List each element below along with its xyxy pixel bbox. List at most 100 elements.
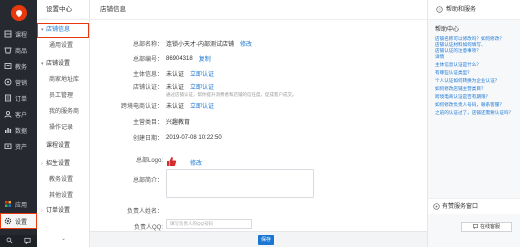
rail-label: 订单 — [15, 96, 28, 103]
rail-label: 商品 — [15, 48, 28, 55]
edit-logo-link[interactable]: 修改 — [190, 158, 202, 167]
help-panel: ? 帮助和服务 帮助中心 店铺名称可以修改吗？如何修改？ 店铺认证材料如何填写、… — [427, 0, 520, 247]
hq-id-value: 86904318 — [166, 55, 193, 62]
field-label: 总部名称： — [132, 42, 163, 48]
page-title: 店铺信息 — [90, 0, 427, 20]
row-created: 创建日期： 2019-07-08 10:22:50 — [90, 133, 222, 143]
rail-item-order[interactable]: 订单 — [0, 90, 37, 106]
field-label: 跨境电商认证： — [120, 104, 163, 110]
gear-icon — [4, 217, 12, 225]
service-icon — [433, 203, 440, 210]
rail-label: 应用 — [15, 202, 28, 209]
rail-label: 教务 — [15, 64, 28, 71]
verify-cross-border-link[interactable]: 立即认证 — [190, 101, 214, 110]
submenu-group-store-settings[interactable]: ▾ 店铺设置 — [37, 57, 89, 72]
rail-label: 设置 — [15, 219, 28, 226]
verify-subject-link[interactable]: 立即认证 — [190, 69, 214, 78]
rail-item-data[interactable]: 数据 — [0, 122, 37, 138]
row-intro: 总部简介： — [90, 175, 166, 184]
row-owner-name: 负责人姓名： — [90, 206, 166, 215]
primary-nav-rail: 课程 商品 教务 营销 订单 客户 数据 资产 应用 设置 — [0, 0, 37, 247]
row-store-cert: 店铺认证： 未认证 立即认证 — [90, 82, 214, 91]
teaching-icon — [4, 62, 12, 70]
submenu-item-provider[interactable]: 我的服务商 — [37, 104, 89, 120]
help-panel-header: ? 帮助和服务 — [428, 0, 520, 20]
submenu-group-course[interactable]: 课程设置 — [37, 139, 89, 154]
field-label: 主体信息： — [132, 72, 163, 78]
field-label: 创建日期： — [132, 136, 163, 142]
rail-item-teaching[interactable]: 教务 — [0, 58, 37, 74]
brand-logo-icon — [10, 5, 27, 21]
rail-item-customer[interactable]: 客户 — [0, 106, 37, 122]
message-icon[interactable] — [24, 237, 31, 246]
field-label: 总部简介： — [132, 178, 163, 184]
search-icon[interactable] — [6, 237, 13, 246]
svg-text:?: ? — [438, 7, 441, 12]
data-icon — [4, 126, 12, 134]
submenu-group-label: 店铺设置 — [46, 61, 71, 67]
rail-label: 课程 — [15, 32, 28, 39]
row-category: 主营类目： 兴趣教育 — [90, 117, 190, 126]
rail-item-asset[interactable]: 资产 — [0, 138, 37, 154]
submenu-group-order[interactable]: › 订单设置 — [37, 204, 89, 219]
rail-item-settings[interactable]: 设置 — [0, 213, 37, 229]
help-link[interactable]: 之前的认证过了，店铺还需要认证吗？ — [428, 110, 520, 116]
submenu-item-general[interactable]: 通用设置 — [37, 38, 89, 54]
submenu-item-log[interactable]: 操作记录 — [37, 120, 89, 136]
submenu-group-label: 招生设置 — [46, 161, 71, 167]
asset-icon — [4, 142, 12, 150]
online-support-label: 在线客服 — [479, 224, 500, 230]
created-date-value: 2019-07-08 10:22:50 — [166, 134, 222, 141]
row-hq-name: 总部名称： 连锁小天才-内部测试店铺 修改 — [90, 39, 252, 48]
row-subject-info: 主体信息： 未认证 立即认证 — [90, 69, 214, 78]
rail-item-goods[interactable]: 商品 — [0, 42, 37, 58]
submenu-group-enroll[interactable]: › 招生设置 — [37, 157, 89, 172]
rail-label: 客户 — [15, 112, 28, 119]
owner-qq-input[interactable]: 填写负责人的QQ号码 — [166, 219, 252, 229]
row-owner-qq: 负责人QQ: — [90, 222, 166, 231]
row-hq-id: 总部编号： 86904318 复制 — [90, 54, 211, 64]
cross-border-status: 未认证 — [166, 104, 185, 110]
save-button[interactable]: 保存 — [258, 235, 274, 245]
rail-footer — [0, 235, 37, 247]
goods-icon — [4, 46, 12, 54]
field-label: 负责人姓名： — [126, 209, 163, 215]
submenu-item-other[interactable]: 其他设置 — [37, 188, 89, 204]
submenu-group-store-info[interactable]: ▾ 店铺信息 — [37, 23, 89, 38]
row-cross-border: 跨境电商认证： 未认证 立即认证 — [90, 101, 214, 110]
intro-textarea[interactable] — [166, 169, 314, 198]
help-icon: ? — [436, 6, 443, 13]
rail-item-marketing[interactable]: 营销 — [0, 74, 37, 90]
subject-status: 未认证 — [166, 72, 185, 78]
store-info-panel: 店铺信息 总部名称： 连锁小天才-内部测试店铺 修改 总部编号： 8690431… — [90, 0, 427, 247]
rail-label: 数据 — [15, 128, 28, 135]
submenu-item-staff[interactable]: 员工管理 — [37, 88, 89, 104]
rail-item-course[interactable]: 课程 — [0, 26, 37, 42]
help-panel-title: 帮助和服务 — [446, 7, 477, 13]
order-icon — [4, 94, 12, 102]
store-cert-note: 通过店铺认证，帮你提升消费者和店铺的信任度，促成客户成交。 — [166, 92, 297, 97]
verify-store-link[interactable]: 立即认证 — [190, 82, 214, 91]
submenu-group-label: 订单设置 — [46, 208, 71, 214]
field-label: 负责人QQ: — [133, 225, 163, 231]
rail-item-apps[interactable]: 应用 — [0, 196, 37, 212]
hq-name-value: 连锁小天才-内部测试店铺 — [166, 42, 234, 48]
rail-label: 资产 — [15, 144, 28, 151]
brand-logo[interactable] — [0, 0, 37, 26]
settings-submenu: 设置中心 ▾ 店铺信息 通用设置 ▾ 店铺设置 商家地址库 员工管理 我的服务商 操… — [37, 0, 90, 247]
collapse-chevron-icon[interactable]: ⌄ — [37, 235, 90, 247]
online-support-button[interactable]: 在线客服 — [461, 222, 512, 232]
copy-id-link[interactable]: 复制 — [199, 54, 211, 63]
field-label: 总部Logo: — [135, 158, 163, 164]
submenu-item-address[interactable]: 商家地址库 — [37, 72, 89, 88]
help-center-title: 帮助中心 — [435, 27, 460, 33]
customer-icon — [4, 110, 12, 118]
field-label: 店铺认证： — [132, 85, 163, 91]
submenu-item-teaching[interactable]: 教务设置 — [37, 172, 89, 188]
edit-name-link[interactable]: 修改 — [240, 39, 252, 48]
rail-label: 营销 — [15, 80, 28, 87]
marketing-icon — [4, 78, 12, 86]
row-logo: 总部Logo: 修改 — [90, 150, 202, 169]
field-label: 主营类目： — [132, 120, 163, 126]
service-window-header: 有赞服务窗口 — [428, 198, 520, 214]
